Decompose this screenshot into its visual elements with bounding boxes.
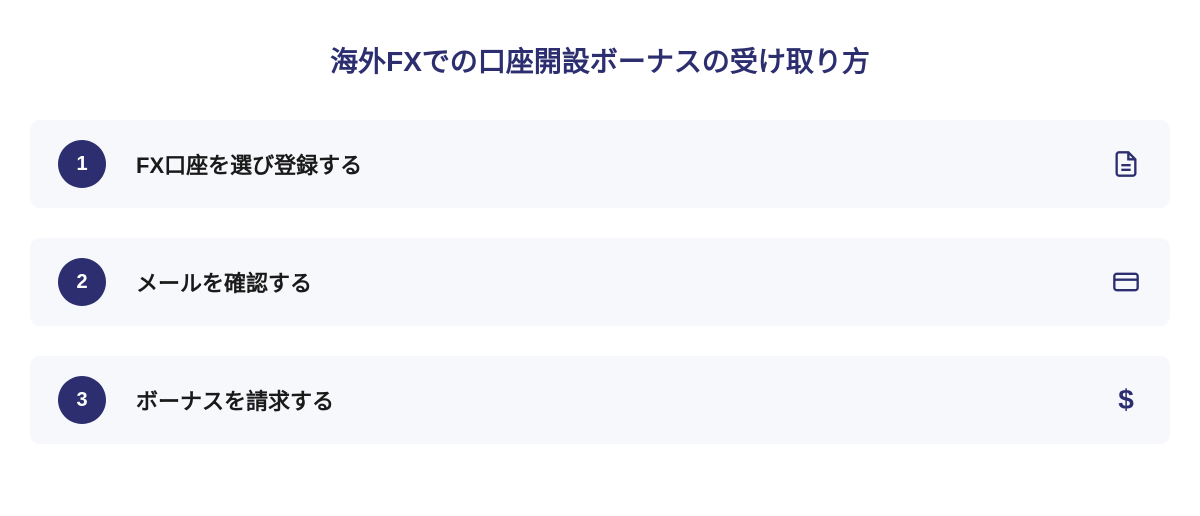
step-item: 1 FX口座を選び登録する	[30, 120, 1170, 208]
step-item: 3 ボーナスを請求する $	[30, 356, 1170, 444]
step-label: メールを確認する	[136, 266, 1080, 298]
step-number-badge: 3	[58, 376, 106, 424]
page-title: 海外FXでの口座開設ボーナスの受け取り方	[30, 40, 1170, 80]
steps-list: 1 FX口座を選び登録する 2 メールを確認する 3 ボーナスを請求する $	[30, 120, 1170, 444]
step-item: 2 メールを確認する	[30, 238, 1170, 326]
document-icon	[1110, 148, 1142, 180]
step-label: ボーナスを請求する	[136, 384, 1080, 416]
step-label: FX口座を選び登録する	[136, 148, 1080, 180]
dollar-icon: $	[1110, 384, 1142, 416]
step-number-badge: 2	[58, 258, 106, 306]
card-icon	[1110, 266, 1142, 298]
step-number-badge: 1	[58, 140, 106, 188]
